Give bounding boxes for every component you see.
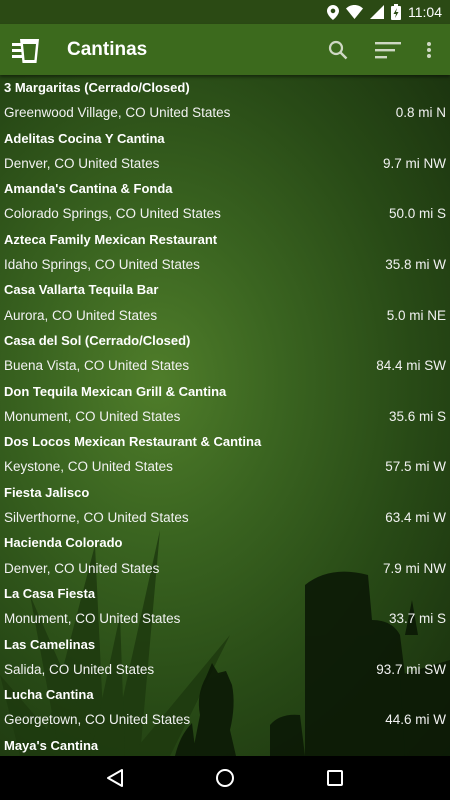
cantina-location: Idaho Springs, CO United States (4, 257, 200, 273)
recents-button[interactable] (313, 756, 357, 800)
cantina-name: Adelitas Cocina Y Cantina (4, 130, 165, 146)
cantina-name: Las Camelinas (4, 636, 96, 652)
list-item[interactable]: La Casa Fiesta Monument, CO United State… (0, 581, 450, 632)
search-button[interactable] (316, 28, 360, 72)
cantina-location: Aurora, CO United States (4, 307, 158, 323)
cantina-distance: 9.7 mi NW (382, 155, 446, 171)
cantina-location: Colorado Springs, CO United States (4, 206, 221, 222)
cantina-location: Keystone, CO United States (4, 459, 173, 475)
cantina-location: Greenwood Village, CO United States (4, 105, 231, 121)
cantina-name: Fiesta Jalisco (4, 484, 90, 500)
cantina-distance: 33.7 mi S (388, 611, 446, 627)
sort-icon (375, 41, 401, 58)
list-item[interactable]: Dos Locos Mexican Restaurant & Cantina K… (0, 429, 450, 480)
cantina-location: Monument, CO United States (4, 408, 181, 424)
cantina-list-area[interactable]: 3 Margaritas (Cerrado/Closed) Greenwood … (0, 75, 450, 756)
home-button[interactable] (203, 756, 247, 800)
cantina-name: 3 Margaritas (Cerrado/Closed) (4, 80, 190, 95)
cantina-location: Denver, CO United States (4, 560, 160, 576)
list-item[interactable]: Amanda's Cantina & Fonda Colorado Spring… (0, 176, 450, 227)
cantina-distance: 44.6 mi W (385, 712, 446, 728)
overflow-menu-icon (427, 41, 431, 58)
cantina-distance: 5.0 mi NE (386, 307, 446, 323)
cantina-name: Hacienda Colorado (4, 535, 123, 551)
cantina-list: 3 Margaritas (Cerrado/Closed) Greenwood … (0, 75, 450, 756)
search-icon (328, 40, 348, 59)
overflow-menu-button[interactable] (410, 28, 448, 72)
cantina-distance: 35.8 mi W (385, 257, 446, 273)
navigation-bar (0, 756, 450, 800)
status-time: 11:04 (408, 4, 442, 20)
cantina-name: Dos Locos Mexican Restaurant & Cantina (4, 434, 262, 450)
cantina-distance: 7.9 mi NW (382, 560, 446, 576)
cantina-name: Casa del Sol (Cerrado/Closed) (4, 332, 191, 348)
list-item[interactable]: Don Tequila Mexican Grill & Cantina Monu… (0, 379, 450, 430)
cantina-name: Don Tequila Mexican Grill & Cantina (4, 383, 227, 399)
cantina-location: Monument, CO United States (4, 611, 181, 627)
list-item[interactable]: Casa Vallarta Tequila Bar Aurora, CO Uni… (0, 277, 450, 328)
cantina-name: Lucha Cantina (4, 687, 94, 703)
status-bar: 11:04 (0, 0, 450, 24)
list-item[interactable]: Las Camelinas Salida, CO United States 93… (0, 632, 450, 683)
list-item[interactable]: Fiesta Jalisco Silverthorne, CO United S… (0, 480, 450, 531)
back-icon (107, 769, 123, 787)
cantina-name: Amanda's Cantina & Fonda (4, 181, 173, 197)
battery-charging-icon (391, 4, 401, 20)
wifi-icon (346, 5, 363, 19)
list-item[interactable]: 3 Margaritas (Cerrado/Closed) Greenwood … (0, 75, 450, 126)
app-bar: Cantinas (0, 24, 450, 75)
cantina-name: La Casa Fiesta (4, 585, 96, 601)
cantina-location: Denver, CO United States (4, 155, 160, 171)
cantina-distance: 50.0 mi S (388, 206, 446, 222)
cantina-distance: 35.6 mi S (388, 408, 446, 424)
cantina-distance: 0.8 mi N (395, 105, 446, 121)
page-title: Cantinas (67, 38, 148, 60)
cantina-distance: 57.5 mi W (385, 459, 446, 475)
cantina-location: Buena Vista, CO United States (4, 358, 190, 374)
cantina-distance: 63.4 mi W (385, 510, 446, 526)
signal-icon (370, 5, 384, 19)
cantina-location: Silverthorne, CO United States (4, 510, 189, 526)
cantina-location: Salida, CO United States (4, 661, 155, 677)
cantina-name: Maya's Cantina (4, 737, 99, 753)
drink-glass-icon[interactable] (9, 33, 43, 67)
sort-button[interactable] (366, 28, 410, 72)
cantina-distance: 93.7 mi SW (376, 661, 446, 677)
list-item[interactable]: Casa del Sol (Cerrado/Closed) Buena Vist… (0, 328, 450, 379)
recents-icon (327, 770, 343, 786)
list-item[interactable]: Lucha Cantina Georgetown, CO United Stat… (0, 682, 450, 733)
list-item[interactable]: Maya's Cantina (0, 733, 450, 756)
location-icon (327, 4, 339, 20)
cantina-distance: 84.4 mi SW (376, 358, 446, 374)
cantina-name: Azteca Family Mexican Restaurant (4, 231, 218, 247)
list-item[interactable]: Adelitas Cocina Y Cantina Denver, CO Uni… (0, 126, 450, 177)
cantina-location: Georgetown, CO United States (4, 712, 191, 728)
list-item[interactable]: Azteca Family Mexican Restaurant Idaho S… (0, 227, 450, 278)
cantina-name: Casa Vallarta Tequila Bar (4, 282, 159, 298)
back-button[interactable] (93, 756, 137, 800)
list-item[interactable]: Hacienda Colorado Denver, CO United Stat… (0, 530, 450, 581)
home-icon (216, 769, 234, 787)
